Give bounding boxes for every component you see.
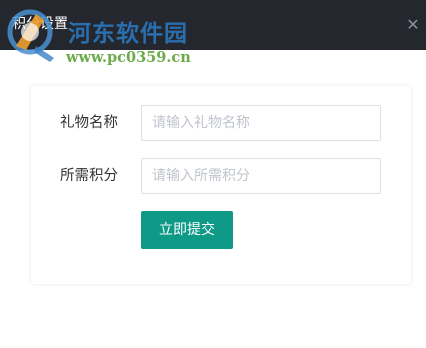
gift-name-label: 礼物名称: [60, 115, 118, 131]
submit-button[interactable]: 立即提交: [141, 211, 233, 249]
gift-name-input[interactable]: [141, 105, 381, 141]
gift-name-row: 礼物名称: [31, 105, 411, 141]
points-input[interactable]: [141, 158, 381, 194]
points-settings-dialog: 积分设置 ✕ 河东软件园 www.pc0359.cn 礼物名称 所需积分 立即提…: [0, 0, 426, 348]
form-card: 礼物名称 所需积分 立即提交: [31, 86, 411, 284]
close-icon[interactable]: ✕: [404, 14, 422, 36]
points-label: 所需积分: [60, 168, 118, 184]
dialog-titlebar: 积分设置 ✕: [0, 0, 426, 50]
watermark-url: www.pc0359.cn: [66, 49, 191, 66]
dialog-title: 积分设置: [12, 16, 68, 32]
points-row: 所需积分: [31, 158, 411, 194]
